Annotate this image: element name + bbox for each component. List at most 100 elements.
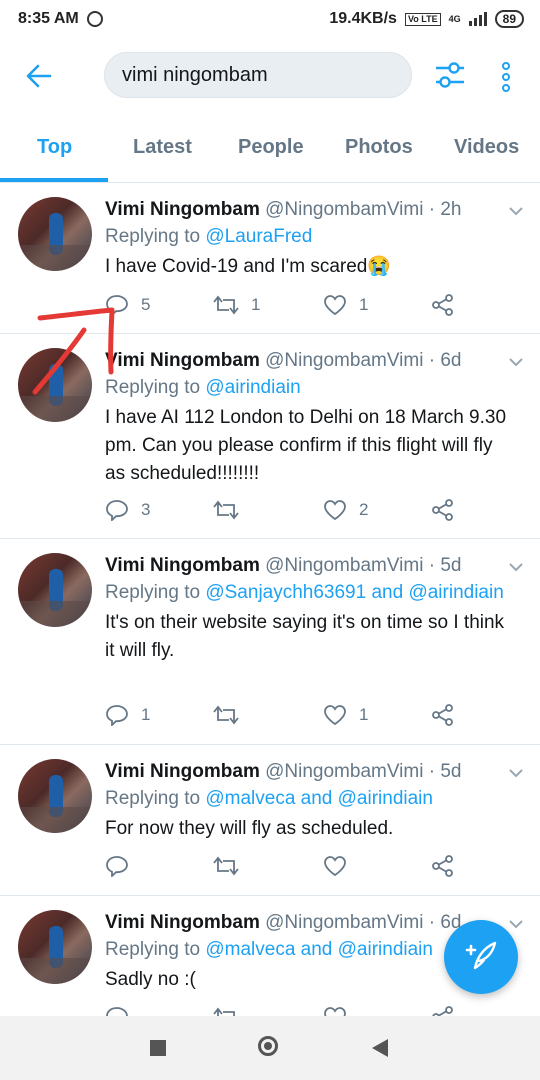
reply-to-link[interactable]: @Sanjaychh63691 and @airindiain xyxy=(205,582,503,603)
tweet-author-handle: @NingombamVimi xyxy=(265,761,424,782)
reply-to-link[interactable]: @LauraFred xyxy=(205,226,312,247)
reply-to-link[interactable]: @malveca and @airindiain xyxy=(205,788,433,809)
like-button[interactable] xyxy=(323,855,347,877)
search-query: vimi ningombam xyxy=(122,63,268,86)
battery-icon: 89 xyxy=(494,10,524,28)
tweet[interactable]: Vimi Ningombam @NingombamVimi · 2h Reply… xyxy=(0,183,540,334)
reply-count: 1 xyxy=(141,705,151,724)
tweet-text: For now they will fly as scheduled. xyxy=(105,818,394,839)
tweet-separator: · xyxy=(428,350,436,371)
filter-icon[interactable] xyxy=(434,60,466,95)
tweet-separator: · xyxy=(428,555,436,576)
tweet-actions: 3 2 xyxy=(105,499,485,523)
like-button[interactable]: 2 xyxy=(323,499,368,521)
tweet-text: It's on their website saying it's on tim… xyxy=(105,612,505,661)
tweet-time: 2h xyxy=(440,199,462,220)
reply-count: 3 xyxy=(141,500,151,519)
share-button[interactable] xyxy=(431,1006,455,1016)
retweet-button[interactable] xyxy=(213,704,251,726)
volte-icon: Vo LTE xyxy=(404,12,441,26)
avatar[interactable] xyxy=(18,197,92,271)
share-button[interactable] xyxy=(431,855,455,877)
share-button[interactable] xyxy=(431,499,455,521)
tweet-author-name: Vimi Ningombam xyxy=(105,350,260,371)
recent-apps-button[interactable] xyxy=(150,1040,166,1056)
like-button[interactable]: 1 xyxy=(323,704,368,726)
search-tabs: Top Latest People Photos Videos xyxy=(0,116,540,183)
tweet-time: 5d xyxy=(440,555,462,576)
chevron-down-icon[interactable] xyxy=(508,765,524,783)
tab-latest[interactable]: Latest xyxy=(133,136,192,159)
compose-tweet-button[interactable] xyxy=(444,920,518,994)
tweet-text: I have Covid-19 and I'm scared😭 xyxy=(105,256,392,277)
reply-count: 5 xyxy=(141,295,151,314)
system-navigation-bar xyxy=(0,1016,540,1080)
like-button[interactable] xyxy=(323,1006,347,1016)
home-button[interactable] xyxy=(258,1036,278,1056)
retweet-button[interactable] xyxy=(213,499,251,521)
tweet-text: I have AI 112 London to Delhi on 18 Marc… xyxy=(105,407,507,484)
tweet-time: 5d xyxy=(440,761,462,782)
reply-button[interactable]: 5 xyxy=(105,294,150,316)
tweet-author-handle: @NingombamVimi xyxy=(265,199,424,220)
whatsapp-notification-icon xyxy=(86,11,103,27)
network-type: 4G xyxy=(448,14,461,24)
tweet-author-name: Vimi Ningombam xyxy=(105,912,260,933)
reply-to-link[interactable]: @malveca and @airindiain xyxy=(205,939,433,960)
tweet-time: 6d xyxy=(440,350,462,371)
reply-prefix: Replying to xyxy=(105,939,201,960)
share-button[interactable] xyxy=(431,704,455,726)
tweet-author-name: Vimi Ningombam xyxy=(105,555,260,576)
tab-top[interactable]: Top xyxy=(37,136,72,159)
tweet-separator: · xyxy=(428,761,436,782)
tweet-separator: · xyxy=(428,199,436,220)
avatar[interactable] xyxy=(18,348,92,422)
chevron-down-icon[interactable] xyxy=(508,203,524,221)
tweet[interactable]: Vimi Ningombam @NingombamVimi · 5d Reply… xyxy=(0,745,540,896)
tweet-separator: · xyxy=(428,912,436,933)
reply-prefix: Replying to xyxy=(105,582,201,603)
share-button[interactable] xyxy=(431,294,455,316)
tweet[interactable]: Vimi Ningombam @NingombamVimi · 6d Reply… xyxy=(0,334,540,539)
more-options-icon[interactable] xyxy=(500,62,512,97)
tweet-actions xyxy=(105,855,485,879)
chevron-down-icon[interactable] xyxy=(508,559,524,577)
tab-people[interactable]: People xyxy=(238,136,304,159)
retweet-button[interactable] xyxy=(213,855,239,877)
tab-videos[interactable]: Videos xyxy=(454,136,519,159)
reply-prefix: Replying to xyxy=(105,788,201,809)
tweet-actions: 5 1 1 xyxy=(105,294,485,318)
reply-button[interactable] xyxy=(105,855,129,877)
active-tab-indicator xyxy=(0,178,108,182)
reply-prefix: Replying to xyxy=(105,377,201,398)
reply-button[interactable]: 1 xyxy=(105,704,150,726)
retweet-button[interactable] xyxy=(213,1006,239,1016)
avatar[interactable] xyxy=(18,553,92,627)
tweet-author-handle: @NingombamVimi xyxy=(265,350,424,371)
chevron-down-icon[interactable] xyxy=(508,354,524,372)
status-time: 8:35 AM xyxy=(18,10,79,27)
chevron-down-icon[interactable] xyxy=(508,916,524,934)
signal-icon xyxy=(468,12,487,26)
avatar[interactable] xyxy=(18,910,92,984)
back-arrow-icon[interactable] xyxy=(26,64,52,93)
reply-button[interactable] xyxy=(105,1006,129,1016)
system-back-button[interactable] xyxy=(372,1039,388,1057)
tweet[interactable]: Vimi Ningombam @NingombamVimi · 5d Reply… xyxy=(0,539,540,745)
reply-to-link[interactable]: @airindiain xyxy=(205,377,300,398)
like-count: 1 xyxy=(359,295,369,314)
like-button[interactable]: 1 xyxy=(323,294,368,316)
like-count: 1 xyxy=(359,705,369,724)
status-bar: 8:35 AM 19.4KB/s Vo LTE 4G 89 xyxy=(0,0,540,38)
retweet-button[interactable]: 1 xyxy=(213,294,260,316)
compose-feather-icon xyxy=(463,938,499,977)
reply-button[interactable]: 3 xyxy=(105,499,150,521)
tab-photos[interactable]: Photos xyxy=(345,136,413,159)
search-input[interactable]: vimi ningombam xyxy=(104,52,412,98)
avatar[interactable] xyxy=(18,759,92,833)
tweet-actions xyxy=(105,1006,485,1016)
tweet-author-name: Vimi Ningombam xyxy=(105,761,260,782)
like-count: 2 xyxy=(359,500,369,519)
tweet-author-handle: @NingombamVimi xyxy=(265,555,424,576)
tweet-author-name: Vimi Ningombam xyxy=(105,199,260,220)
